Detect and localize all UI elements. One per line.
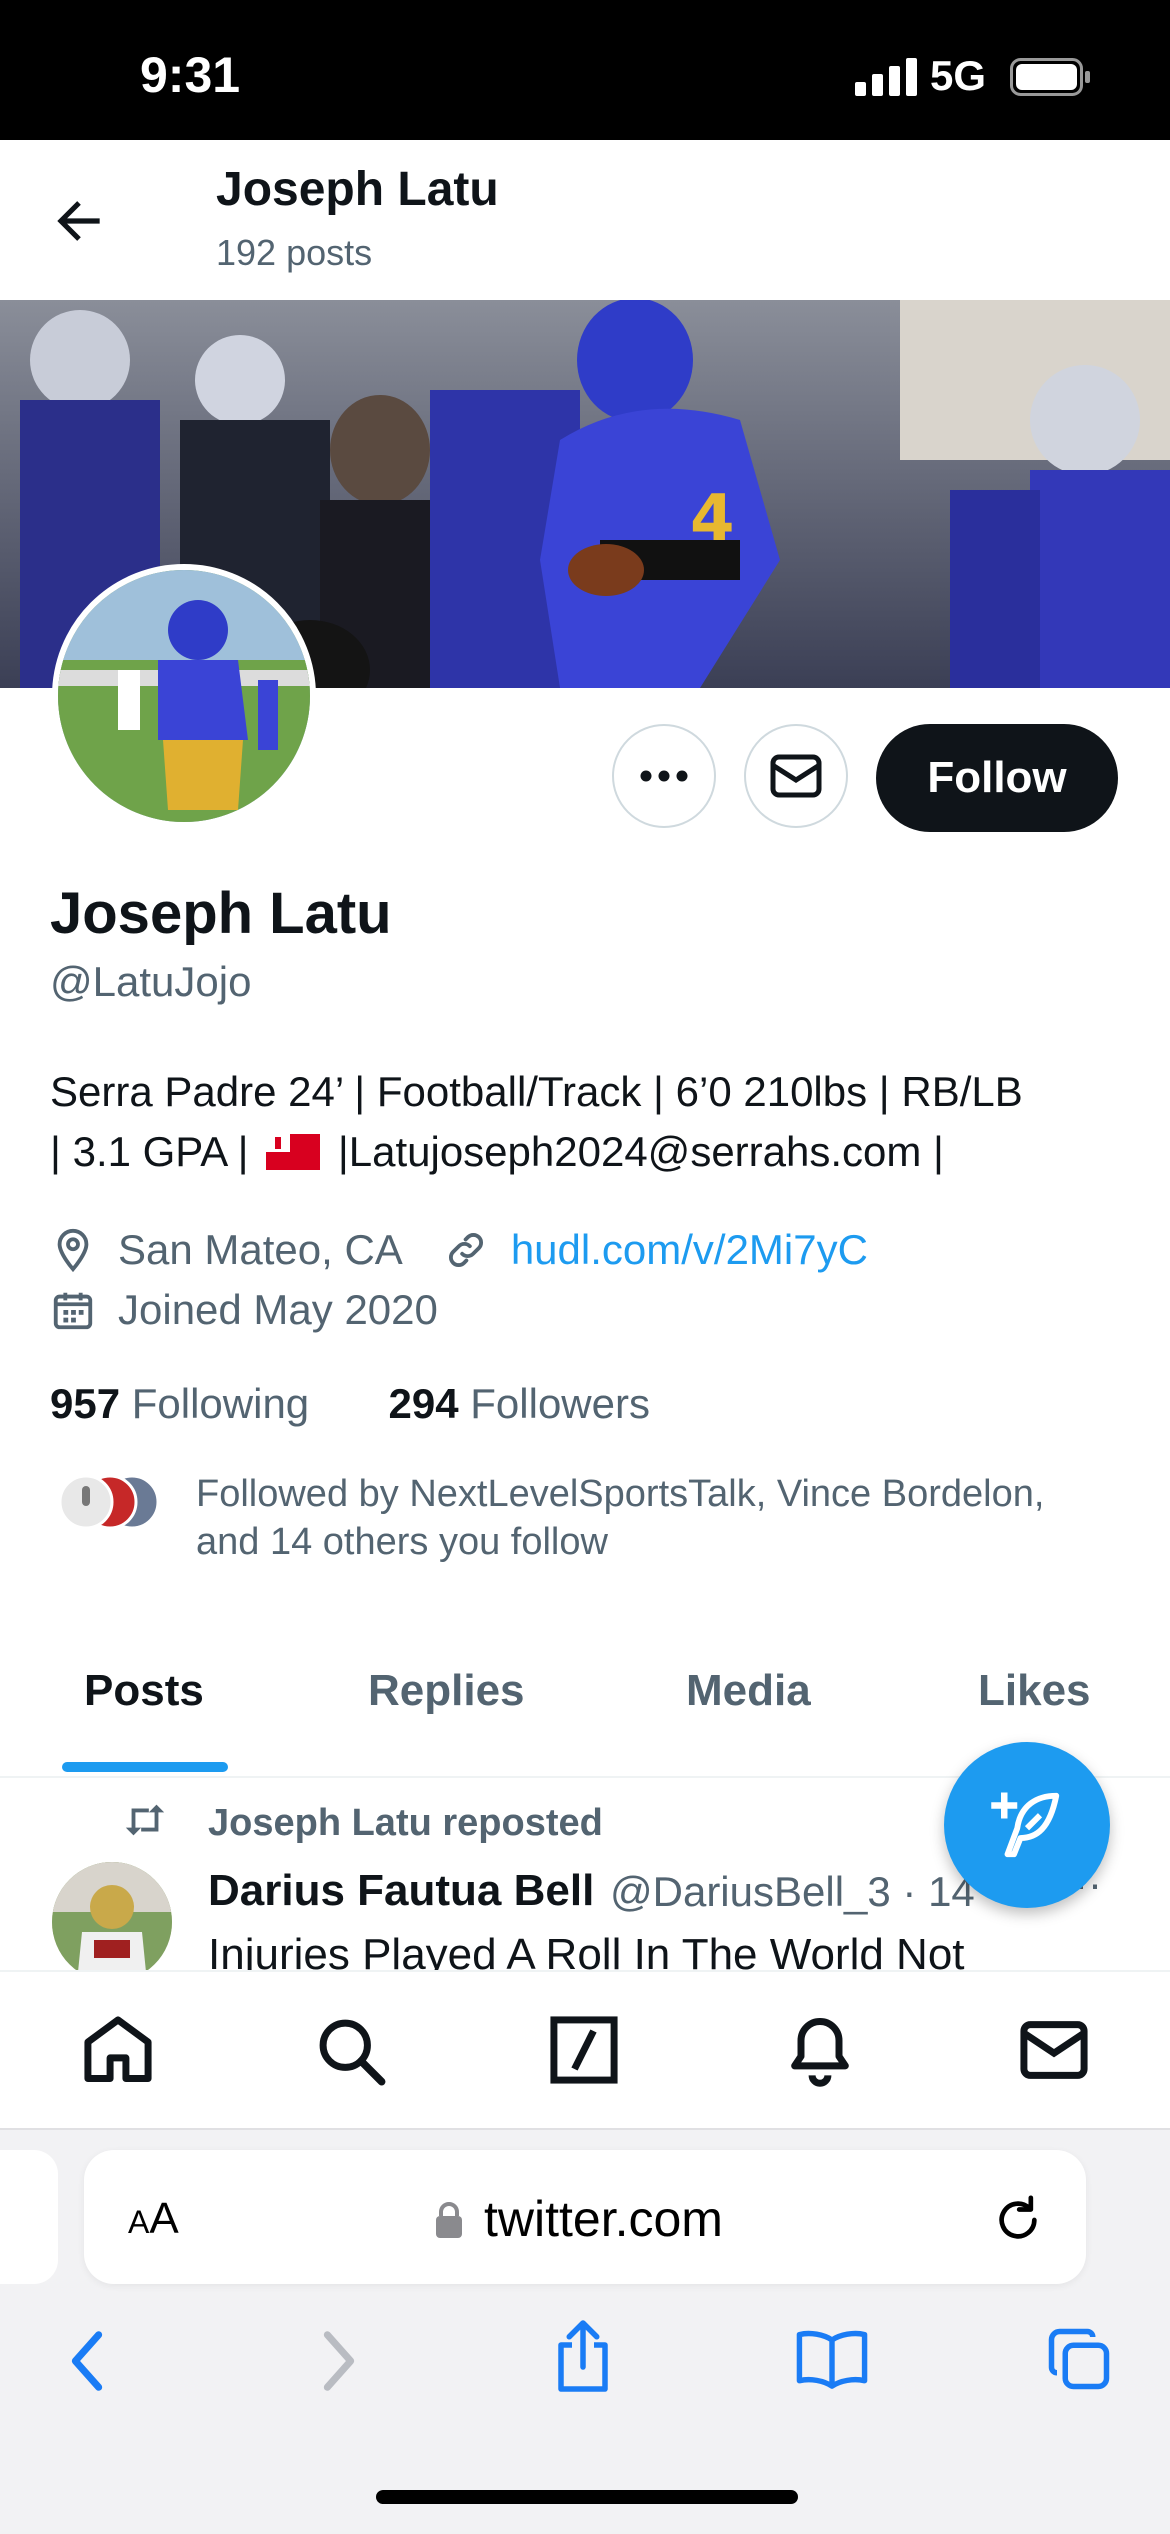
tab-likes[interactable]: Likes — [978, 1666, 1091, 1716]
followed-by-avatars[interactable] — [60, 1474, 160, 1530]
tab-replies[interactable]: Replies — [368, 1666, 525, 1716]
profile-joined: Joined May 2020 — [118, 1286, 438, 1333]
mail-icon — [770, 754, 822, 798]
home-indicator — [376, 2490, 798, 2504]
follow-counts: 957 Following 294 Followers — [50, 1380, 650, 1428]
bookmarks-icon[interactable] — [794, 2326, 870, 2392]
share-icon[interactable] — [550, 2316, 616, 2396]
profile-handle: @LatuJojo — [50, 958, 252, 1005]
follow-button[interactable]: Follow — [876, 724, 1118, 832]
header-post-count: 192 posts — [216, 232, 373, 273]
back-chevron-icon[interactable] — [64, 2326, 110, 2396]
post-author-avatar[interactable] — [52, 1862, 172, 1982]
post-avatar-image — [52, 1862, 172, 1982]
profile-name: Joseph Latu — [50, 881, 392, 946]
tonga-flag-icon — [266, 1134, 321, 1170]
bio-line-2: | 3.1 GPA | |Latujoseph2024@serrahs.com … — [50, 1122, 1130, 1182]
tab-posts[interactable]: Posts — [84, 1666, 204, 1716]
profile-location: San Mateo, CA — [118, 1226, 403, 1273]
signal-icon — [855, 58, 917, 96]
more-icon — [640, 770, 688, 782]
location-pin-icon — [57, 1228, 89, 1273]
header-title: Joseph Latu — [216, 163, 499, 216]
repost-icon — [125, 1804, 165, 1836]
profile-avatar[interactable] — [52, 564, 316, 828]
lock-icon — [436, 2202, 462, 2238]
home-icon[interactable] — [80, 2012, 156, 2088]
previous-tab-preview[interactable] — [0, 2150, 58, 2284]
message-button[interactable] — [744, 724, 848, 828]
tab-media[interactable]: Media — [686, 1666, 811, 1716]
slash-icon[interactable] — [546, 2012, 622, 2088]
profile-bio: Serra Padre 24’ | Football/Track | 6’0 2… — [50, 1062, 1130, 1182]
mail-icon[interactable] — [1016, 2012, 1092, 2088]
bio-line-1: Serra Padre 24’ | Football/Track | 6’0 2… — [50, 1068, 1023, 1115]
more-options-button[interactable] — [612, 724, 716, 828]
search-icon[interactable] — [312, 2012, 388, 2088]
forward-chevron-icon[interactable] — [316, 2326, 362, 2396]
back-arrow-icon[interactable] — [48, 190, 110, 252]
url-text[interactable]: twitter.com — [484, 2190, 723, 2248]
avatar-image — [58, 570, 310, 822]
link-icon — [448, 1233, 483, 1267]
reader-settings-button[interactable]: AA — [128, 2194, 179, 2244]
post-author-name[interactable]: Darius Fautua Bell — [208, 1866, 594, 1916]
compose-button[interactable] — [944, 1742, 1110, 1908]
compose-icon — [991, 1792, 1060, 1858]
reload-icon[interactable] — [990, 2192, 1046, 2248]
status-time: 9:31 — [140, 47, 241, 103]
bell-icon[interactable] — [782, 2012, 858, 2088]
post-author-handle: @DariusBell_3 · 14 — [610, 1868, 975, 1915]
post-text[interactable]: Injuries Played A Roll In The World Not — [208, 1930, 965, 1970]
network-label: 5G — [930, 52, 987, 99]
svg-text:4: 4 — [690, 482, 735, 556]
battery-icon — [1010, 58, 1090, 96]
profile-link[interactable]: hudl.com/v/2Mi7yC — [511, 1226, 868, 1274]
followers-link[interactable]: 294 Followers — [389, 1380, 650, 1427]
bio-email: |Latujoseph2024@serrahs.com | — [337, 1128, 944, 1175]
following-link[interactable]: 957 Following — [50, 1380, 309, 1427]
followed-by-text[interactable]: Followed by NextLevelSportsTalk, Vince B… — [196, 1470, 1116, 1566]
calendar-icon — [53, 1292, 93, 1330]
profile-meta-row: San Mateo, CA hudl.com/v/2Mi7yC — [50, 1222, 868, 1278]
repost-label: Joseph Latu reposted — [208, 1802, 603, 1844]
profile-joined-row: Joined May 2020 — [50, 1282, 438, 1338]
profile-header-bar — [0, 140, 1170, 300]
bio-gpa: | 3.1 GPA | — [50, 1128, 249, 1175]
tabs-icon[interactable] — [1046, 2326, 1112, 2392]
active-tab-indicator — [62, 1762, 228, 1772]
